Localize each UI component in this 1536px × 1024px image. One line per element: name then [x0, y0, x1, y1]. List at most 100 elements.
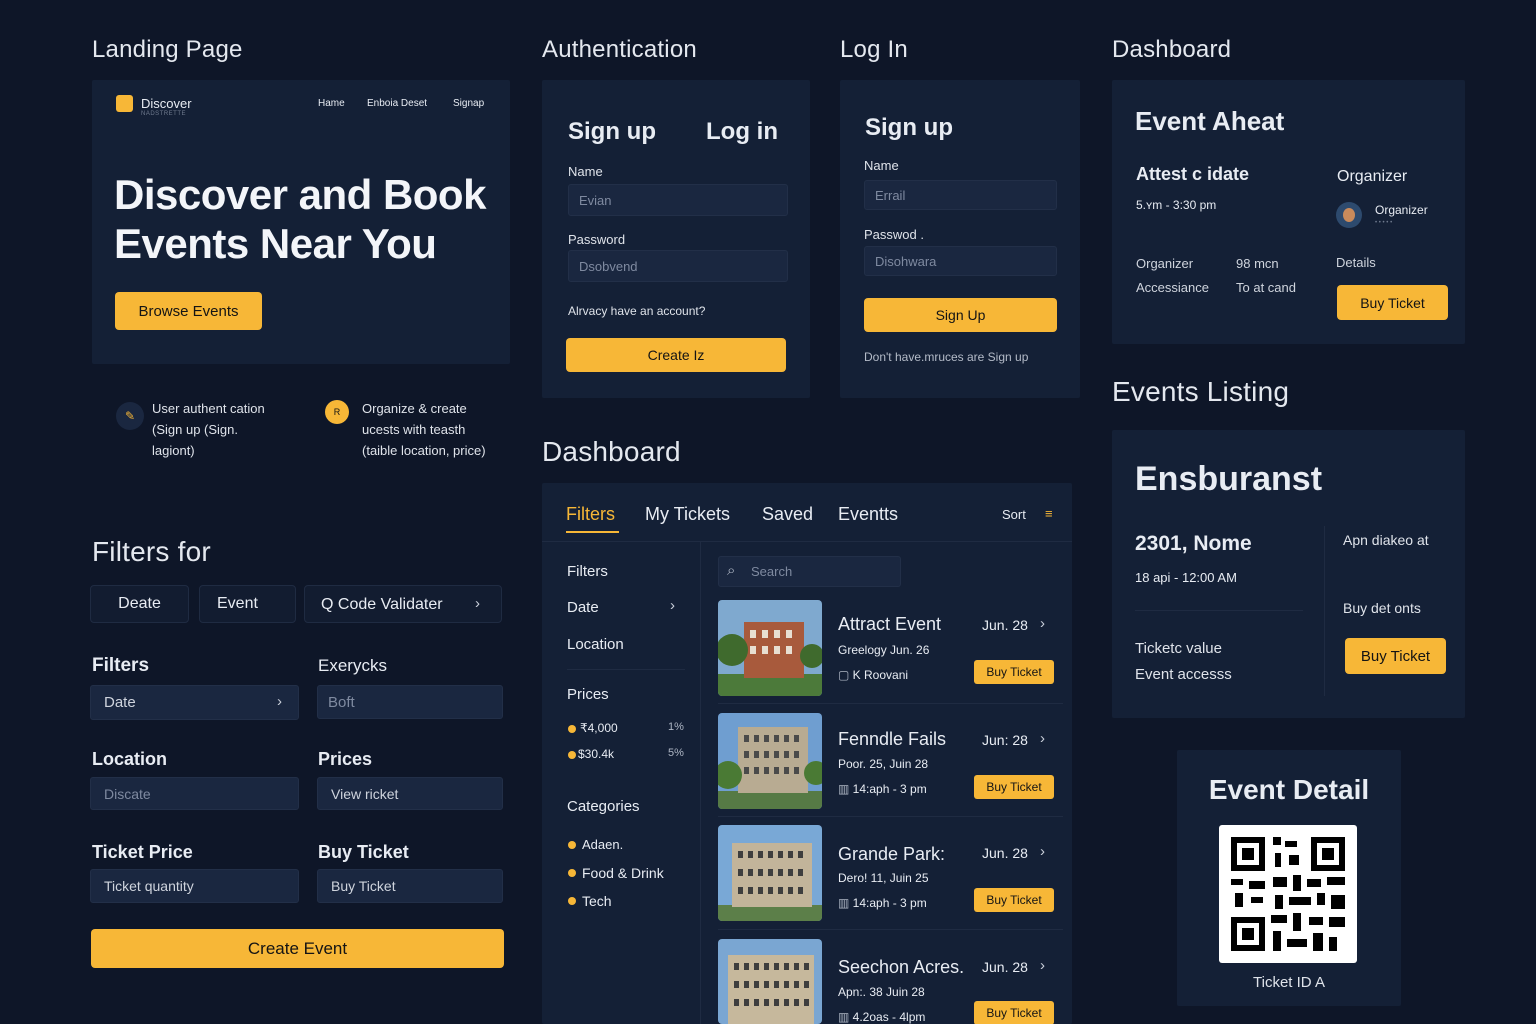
category-dot-2 — [568, 869, 576, 877]
event-meta-1: ▢ K Roovani — [838, 668, 909, 682]
name-input[interactable]: Evian — [568, 184, 788, 216]
create-account-button[interactable]: Create Iz — [566, 338, 786, 372]
nav-events[interactable]: Enboia Deset — [367, 98, 427, 109]
event-time: 5.ʏm - 3:30 pm — [1136, 198, 1217, 212]
chevron-right-icon[interactable]: › — [1040, 730, 1045, 747]
search-input[interactable]: ⌕ Search — [718, 556, 901, 587]
category-item-3[interactable]: Tech — [582, 893, 612, 909]
brand-name[interactable]: Discover — [141, 96, 192, 111]
signup-link[interactable]: Don't have.mruces are Sign up — [864, 350, 1028, 364]
location-input[interactable]: Discate — [90, 777, 299, 810]
chevron-right-icon: › — [277, 693, 282, 710]
email-input[interactable]: Errail — [864, 180, 1057, 210]
chevron-right-icon[interactable]: › — [1040, 843, 1045, 860]
dashboard-section-title: Dashboard — [1112, 36, 1232, 63]
chip-event[interactable]: Event — [199, 585, 296, 623]
tab-filters[interactable]: Filters — [566, 504, 615, 525]
have-account-link[interactable]: Alrvacy have an account? — [568, 304, 705, 318]
event-sub-2: Poor. 25, Juin 28 — [838, 757, 929, 771]
hero-line-2: Events Near You — [114, 220, 437, 267]
nav-signup[interactable]: Signap — [453, 98, 484, 109]
chip-date[interactable]: Deate — [90, 585, 189, 623]
login-title: Sign up — [865, 114, 953, 141]
event-title-1[interactable]: Attract Event — [838, 614, 941, 635]
browse-events-button[interactable]: Browse Events — [115, 292, 262, 330]
login-panel: Sign up Name Errail Passwod . Disohwara … — [840, 80, 1080, 398]
row1-value: 98 mcn — [1236, 256, 1279, 271]
date-filter-field[interactable]: Date › — [90, 685, 299, 720]
tab-my-tickets[interactable]: My Tickets — [645, 504, 730, 525]
event-thumbnail-1[interactable] — [718, 600, 822, 696]
dashboard-mid-section-title: Dashboard — [542, 436, 681, 467]
chevron-right-icon[interactable]: › — [1040, 957, 1045, 974]
filters-section-title: Filters for — [92, 536, 211, 567]
event-divider — [718, 816, 1063, 817]
details-label: Details — [1336, 255, 1376, 270]
category-item-2[interactable]: Food & Drink — [582, 865, 664, 881]
event-title-4[interactable]: Seechon Acres. — [838, 957, 964, 978]
event-thumbnail-2[interactable] — [718, 713, 822, 809]
tab-events[interactable]: Eventts — [838, 504, 898, 525]
password-input[interactable]: Dsobvend — [568, 250, 788, 282]
event-buy-ticket-button-2[interactable]: Buy Ticket — [974, 775, 1054, 799]
qr-code-icon — [1219, 825, 1357, 963]
location-heading: Location — [92, 749, 167, 769]
buy-ticket-button[interactable]: Buy Ticket — [1337, 285, 1448, 320]
brand-tagline: NADSTRETTE — [141, 111, 187, 117]
events-listing-section-title: Events Listing — [1112, 376, 1290, 407]
event-thumbnail-3[interactable] — [718, 825, 822, 921]
chip-qr-validator[interactable]: Q Code Validater › — [304, 585, 502, 623]
listing-venue: 2301, Nome — [1135, 532, 1252, 555]
event-title-3[interactable]: Grande Park: — [838, 844, 945, 865]
event-title-2[interactable]: Fenndle Fails — [838, 729, 946, 750]
view-ticket-field[interactable]: View ricket — [317, 777, 503, 810]
event-buy-ticket-button-1[interactable]: Buy Ticket — [974, 660, 1054, 684]
ticket-price-heading: Ticket Price — [92, 842, 193, 862]
chevron-right-icon[interactable]: › — [670, 597, 675, 614]
price-option-2[interactable]: $30.4k — [578, 747, 614, 761]
active-tab-indicator — [566, 531, 619, 533]
price-dot-1 — [568, 725, 576, 733]
date-filter-label: Date — [104, 694, 136, 711]
sidebar-divider — [700, 541, 701, 1024]
boft-field[interactable]: Boft — [317, 685, 503, 719]
category-item-1[interactable]: Adaen. — [582, 837, 623, 852]
nav-home[interactable]: Hame — [318, 98, 345, 109]
create-event-button[interactable]: Create Event — [91, 929, 504, 968]
chevron-right-icon[interactable]: › — [1040, 615, 1045, 632]
buy-ticket-heading: Buy Ticket — [318, 842, 409, 862]
sort-icon[interactable]: ≡ — [1045, 506, 1053, 521]
calendar-icon: ▢ — [838, 668, 853, 682]
sidebar-item-location[interactable]: Location — [567, 636, 624, 653]
listing-buy-ticket-button[interactable]: Buy Ticket — [1345, 638, 1446, 674]
tab-saved[interactable]: Saved — [762, 504, 813, 525]
signup-button[interactable]: Sign Up — [864, 298, 1057, 332]
event-sub-1: Greelogy Jun. 26 — [838, 643, 930, 657]
sidebar-item-date[interactable]: Date — [567, 599, 599, 616]
price-option-1[interactable]: ₹4,000 — [580, 721, 618, 735]
event-date-4: Jun. 28 — [982, 959, 1028, 975]
tab-login[interactable]: Log in — [706, 118, 778, 146]
event-buy-ticket-button-4[interactable]: Buy Ticket — [974, 1001, 1054, 1024]
tab-signup[interactable]: Sign up — [568, 118, 656, 146]
event-sub-3: Dero! 11, Juin 25 — [838, 871, 929, 885]
everycks-heading: Exerycks — [318, 656, 387, 675]
event-buy-ticket-button-3[interactable]: Buy Ticket — [974, 888, 1054, 912]
price-option-2-pct: 5% — [668, 747, 684, 759]
chevron-right-icon: › — [475, 595, 480, 612]
login-section-title: Log In — [840, 36, 908, 63]
event-thumbnail-4[interactable] — [718, 939, 822, 1024]
login-password-input[interactable]: Disohwara — [864, 246, 1057, 276]
buy-ticket-field[interactable]: Buy Ticket — [317, 869, 503, 903]
login-password-label: Passwod . — [864, 227, 924, 242]
event-date-2: Jun: 28 — [982, 732, 1028, 748]
ticket-quantity-input[interactable]: Ticket quantity — [90, 869, 299, 903]
listing-ticket-value: Ticketc value — [1135, 640, 1222, 657]
row2-label: Accessiance — [1136, 280, 1209, 295]
search-icon: ⌕ — [727, 562, 736, 579]
filters-heading: Filters — [92, 655, 150, 676]
pencil-icon: ✎ — [116, 402, 144, 430]
organizer-heading: Organizer — [1337, 168, 1408, 185]
prices-heading: Prices — [318, 749, 373, 769]
sort-button[interactable]: Sort — [1002, 507, 1026, 522]
